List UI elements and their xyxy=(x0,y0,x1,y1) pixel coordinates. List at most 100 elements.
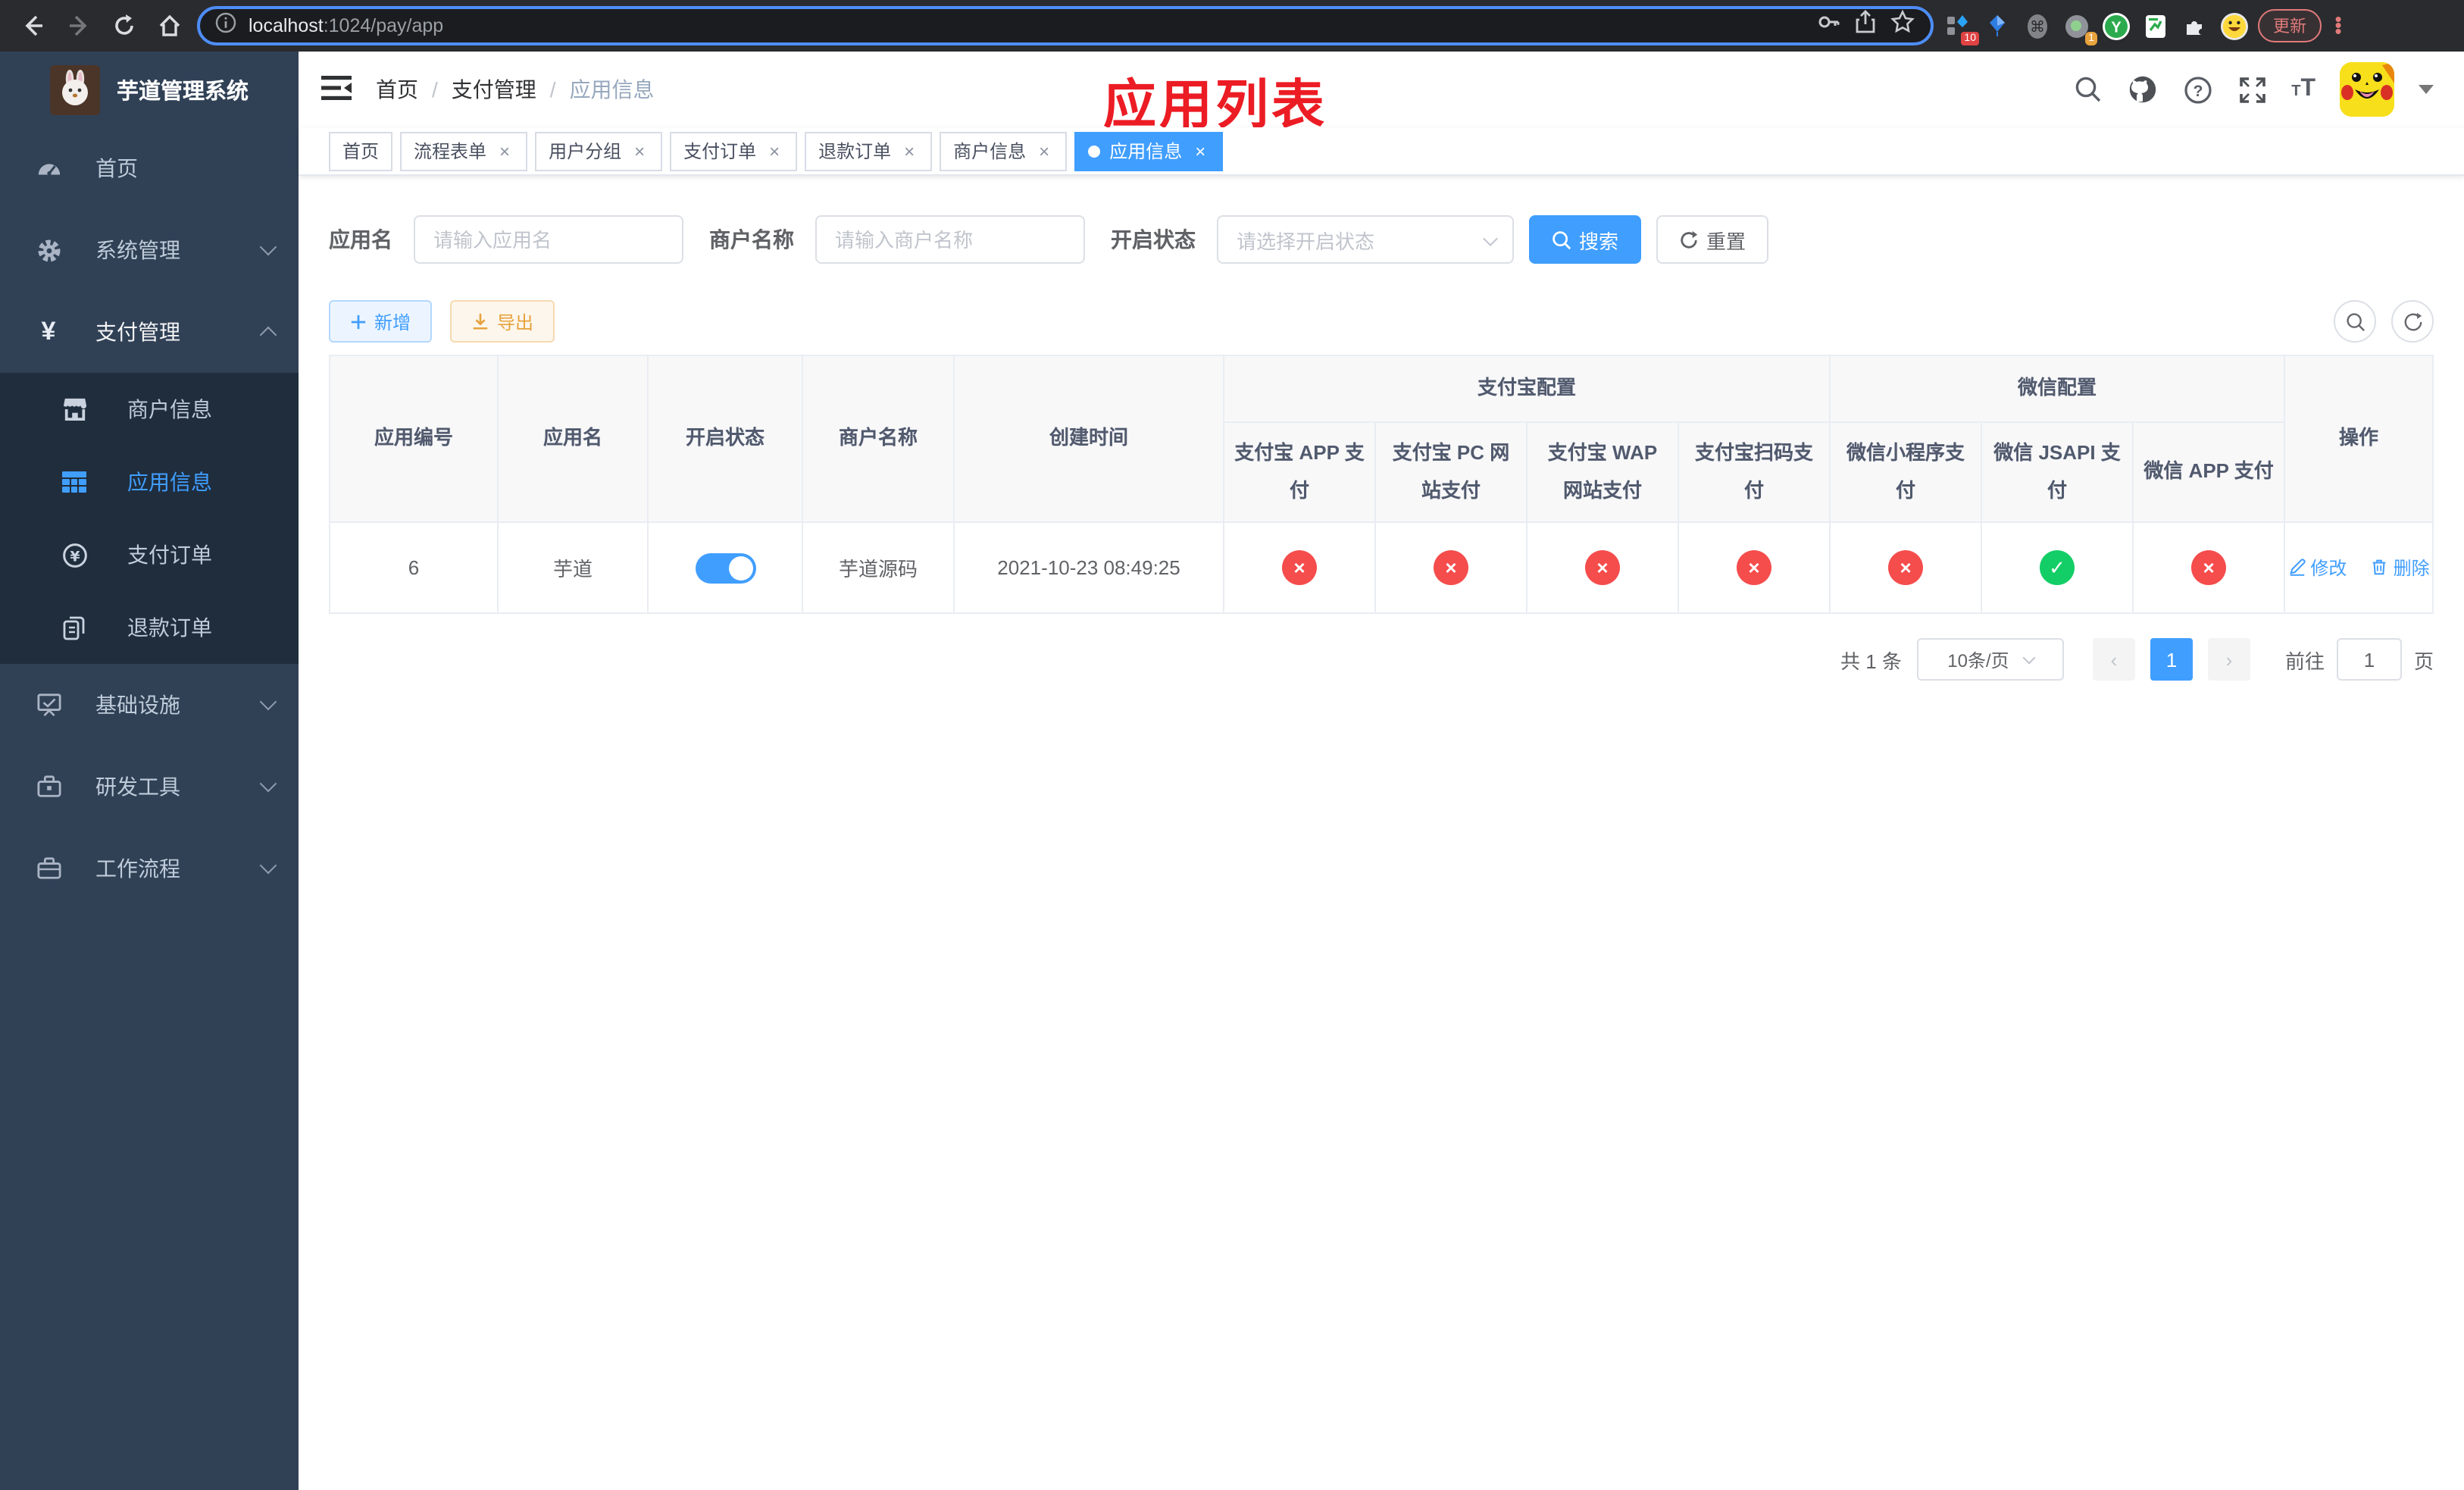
extension-emoji-icon[interactable] xyxy=(2219,11,2249,41)
app-name-label: 应用名 xyxy=(329,227,392,252)
bookmark-star-icon[interactable] xyxy=(1890,9,1915,42)
sidebar-item-infrastructure[interactable]: 基础设施 xyxy=(0,664,299,746)
font-size-icon[interactable]: TT xyxy=(2291,76,2315,103)
chevron-down-icon xyxy=(259,693,277,711)
delete-link[interactable]: 删除 xyxy=(2371,555,2430,581)
dashboard-icon xyxy=(35,155,62,182)
close-icon[interactable]: × xyxy=(1035,140,1053,161)
sidebar-item-system[interactable]: 系统管理 xyxy=(0,209,299,291)
yen-icon: ¥ xyxy=(41,317,56,346)
user-avatar[interactable] xyxy=(2340,62,2394,117)
extension-circle-icon[interactable]: 1 xyxy=(2061,11,2097,45)
export-button[interactable]: 导出 xyxy=(450,300,555,343)
extension-blocks-icon[interactable]: 10 xyxy=(1943,11,1979,45)
tag-user-group[interactable]: 用户分组 × xyxy=(535,131,663,171)
home-icon[interactable] xyxy=(152,8,188,44)
tag-app-info-active[interactable]: 应用信息 × xyxy=(1074,131,1224,171)
extension-doc-icon[interactable] xyxy=(2140,11,2170,41)
status-select[interactable]: 请选择开启状态 xyxy=(1217,215,1514,264)
table-grid-icon xyxy=(61,468,88,496)
documents-icon xyxy=(61,614,88,641)
enabled-switch[interactable] xyxy=(695,552,755,583)
add-button[interactable]: 新增 xyxy=(329,300,433,343)
merchant-name-input[interactable] xyxy=(815,215,1085,264)
logo-bar[interactable]: 芋道管理系统 xyxy=(0,52,299,127)
screen: localhost:1024/pay/app 10 ⌘ 1 Y 更新 • • •… xyxy=(0,0,2464,1490)
show-search-button[interactable] xyxy=(2334,300,2376,343)
reload-icon[interactable] xyxy=(106,8,142,44)
status-alipay-wap-icon: × xyxy=(1585,550,1620,585)
breadcrumb-home[interactable]: 首页 xyxy=(376,74,418,105)
sidebar-item-refund-orders[interactable]: 退款订单 xyxy=(0,591,299,664)
close-icon[interactable]: × xyxy=(630,140,649,161)
close-icon[interactable]: × xyxy=(1191,140,1209,161)
password-key-icon[interactable] xyxy=(1815,9,1841,42)
status-label: 开启状态 xyxy=(1111,227,1196,252)
edit-link[interactable]: 修改 xyxy=(2287,555,2347,581)
address-bar[interactable]: localhost:1024/pay/app xyxy=(197,6,1934,45)
status-wechat-jsapi-icon: ✓ xyxy=(2040,550,2075,585)
extension-badge-2: 1 xyxy=(2085,32,2097,45)
sidebar-item-dev-tools[interactable]: 研发工具 xyxy=(0,746,299,828)
reset-button-label: 重置 xyxy=(1706,230,1746,252)
extension-y-icon[interactable]: Y xyxy=(2100,11,2131,41)
app-name-input[interactable] xyxy=(414,215,683,264)
svg-text:?: ? xyxy=(2193,82,2203,99)
sidebar-item-home[interactable]: 首页 xyxy=(0,127,299,209)
tag-label: 用户分组 xyxy=(549,141,622,162)
search-button[interactable]: 搜索 xyxy=(1529,215,1642,264)
help-icon[interactable]: ? xyxy=(2182,74,2212,105)
breadcrumb-separator: / xyxy=(549,77,556,102)
share-icon[interactable] xyxy=(1853,9,1878,42)
reset-button[interactable]: 重置 xyxy=(1656,215,1769,264)
refresh-button[interactable] xyxy=(2391,300,2434,343)
chevron-down-icon xyxy=(259,856,277,875)
url-host: localhost xyxy=(249,15,324,36)
pagination-total: 共 1 条 xyxy=(1840,650,1902,672)
tag-pay-order[interactable]: 支付订单 × xyxy=(670,131,798,171)
extension-kite-icon[interactable] xyxy=(1982,11,2012,41)
tag-label: 首页 xyxy=(342,141,380,162)
url-path: :1024/pay/app xyxy=(323,15,444,36)
cell-app-name: 芋道 xyxy=(497,521,649,614)
fullscreen-icon[interactable] xyxy=(2237,74,2267,105)
delete-link-label: 删除 xyxy=(2393,557,2430,579)
chrome-menu-icon[interactable]: • • • xyxy=(2331,9,2346,41)
status-wechat-mini-icon: × xyxy=(1888,550,1924,585)
github-icon[interactable] xyxy=(2128,74,2158,105)
payment-submenu: 商户信息 应用信息 ¥ 支付订单 退款订单 xyxy=(0,373,299,664)
extensions-puzzle-icon[interactable] xyxy=(2179,11,2209,41)
forward-icon[interactable] xyxy=(61,8,97,44)
close-icon[interactable]: × xyxy=(765,140,783,161)
search-icon[interactable] xyxy=(2073,74,2103,105)
goto-page-input[interactable] xyxy=(2336,638,2402,681)
column-header-merchant: 商户名称 xyxy=(802,355,955,523)
extension-command-icon[interactable]: ⌘ xyxy=(2022,11,2052,41)
sidebar-toggle-icon[interactable] xyxy=(321,74,352,105)
sidebar-item-payment[interactable]: ¥ 支付管理 xyxy=(0,291,299,373)
page-size-select[interactable]: 10条/页 xyxy=(1916,638,2064,681)
column-header-alipay-pc: 支付宝 PC 网站支付 xyxy=(1374,421,1527,523)
next-page-button[interactable]: › xyxy=(2207,638,2250,681)
site-info-icon[interactable] xyxy=(215,11,236,40)
goto-label: 前往 xyxy=(2284,650,2325,672)
sidebar-item-app-info[interactable]: 应用信息 xyxy=(0,446,299,518)
tag-process-form[interactable]: 流程表单 × xyxy=(400,131,528,171)
avatar-caret-icon[interactable] xyxy=(2419,85,2434,94)
sidebar-item-workflow[interactable]: 工作流程 xyxy=(0,828,299,909)
prev-page-button[interactable]: ‹ xyxy=(2092,638,2135,681)
column-header-actions: 操作 xyxy=(2284,355,2434,523)
tag-merchant-info[interactable]: 商户信息 × xyxy=(940,131,1068,171)
tag-home[interactable]: 首页 xyxy=(329,131,393,171)
chrome-update-button[interactable]: 更新 xyxy=(2258,9,2322,42)
sidebar-item-label: 退款订单 xyxy=(127,615,212,640)
tag-refund-order[interactable]: 退款订单 × xyxy=(805,131,933,171)
close-icon[interactable]: × xyxy=(900,140,918,161)
close-icon[interactable]: × xyxy=(496,140,514,161)
breadcrumb-payment[interactable]: 支付管理 xyxy=(452,74,536,105)
back-icon[interactable] xyxy=(15,8,52,44)
current-page-button[interactable]: 1 xyxy=(2150,638,2193,681)
sidebar-item-label: 基础设施 xyxy=(95,693,180,717)
sidebar-item-pay-orders[interactable]: ¥ 支付订单 xyxy=(0,518,299,591)
sidebar-item-merchant-info[interactable]: 商户信息 xyxy=(0,373,299,446)
